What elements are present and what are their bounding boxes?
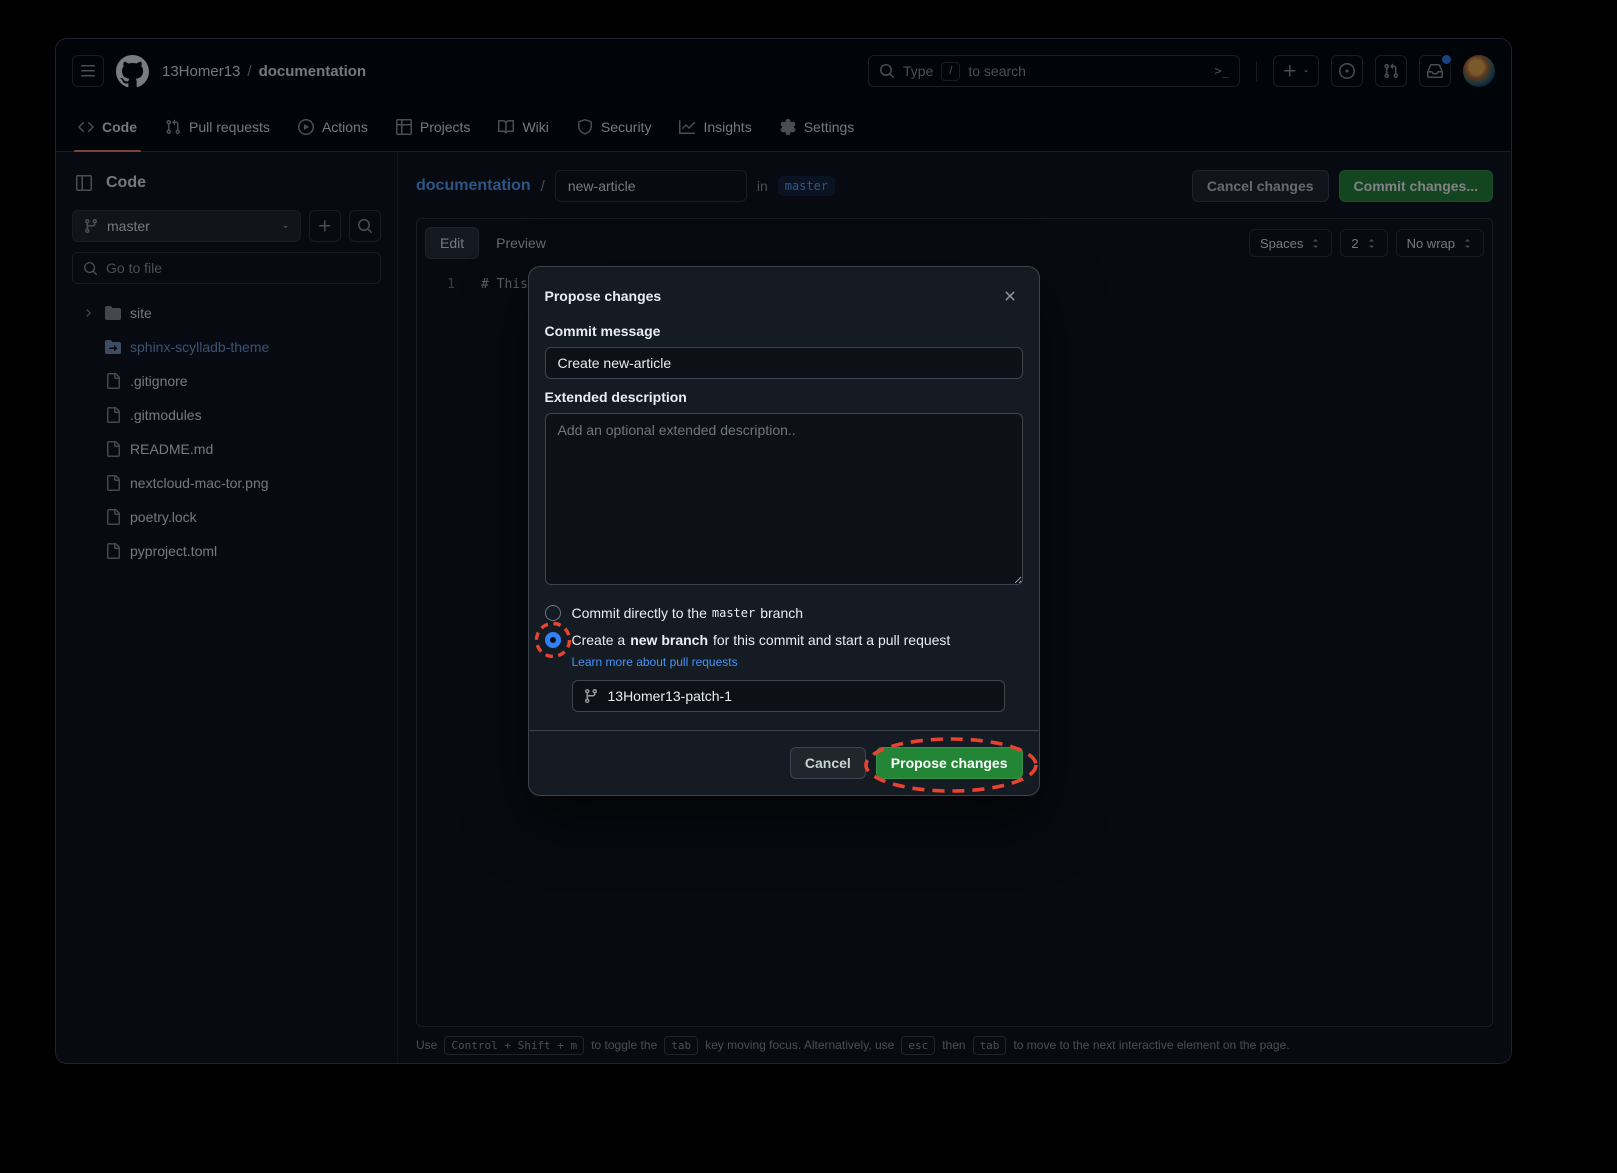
extended-description-textarea[interactable] [545,413,1023,585]
create-branch-radio[interactable] [545,632,561,648]
new-branch-name-input[interactable]: 13Homer13-patch-1 [572,680,1005,712]
dialog-title: Propose changes [545,288,662,304]
github-window: 13Homer13 / documentation Type / to sear… [55,38,1512,1064]
cancel-button[interactable]: Cancel [790,747,866,779]
propose-changes-dialog: Propose changes Commit message Extended … [528,266,1040,796]
learn-more-link[interactable]: Learn more about pull requests [572,655,1023,669]
extended-description-label: Extended description [545,389,1023,405]
commit-directly-radio[interactable] [545,605,561,621]
propose-changes-button[interactable]: Propose changes [876,747,1023,779]
dialog-footer: Cancel Propose changes [529,730,1039,795]
new-branch-name-value: 13Homer13-patch-1 [608,688,733,704]
create-branch-option[interactable]: Create a new branch for this commit and … [545,632,1023,648]
git-branch-icon [583,688,599,704]
commit-message-label: Commit message [545,323,1023,339]
master-branch-code: master [712,606,755,620]
close-icon [1002,288,1018,304]
commit-message-input[interactable] [545,347,1023,379]
close-dialog-button[interactable] [997,283,1023,309]
commit-directly-option[interactable]: Commit directly to the master branch [545,605,1023,621]
